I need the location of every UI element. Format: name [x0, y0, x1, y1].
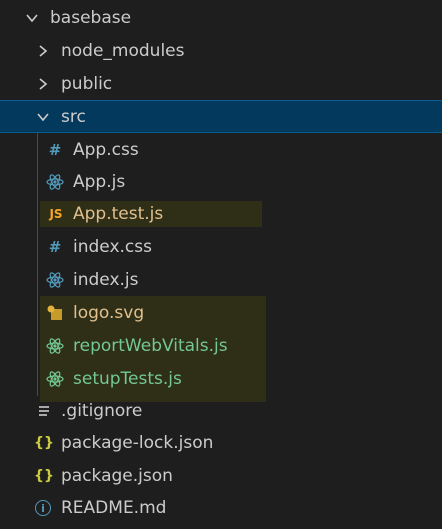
folder-row-public[interactable]: public — [0, 68, 442, 101]
folder-label: src — [61, 107, 86, 127]
info-icon: i — [35, 500, 51, 516]
json-braces-icon: {} — [34, 435, 54, 451]
file-label: index.css — [73, 237, 152, 257]
chevron-down-icon — [37, 113, 49, 122]
folder-row-src[interactable]: src — [0, 100, 442, 133]
file-label: package.json — [61, 466, 173, 486]
file-label: index.js — [73, 270, 139, 290]
file-label: .gitignore — [61, 401, 143, 421]
react-icon — [46, 174, 64, 190]
chevron-right-icon — [39, 78, 48, 90]
file-label: README.md — [61, 498, 167, 518]
css-hash-icon: # — [48, 238, 62, 256]
file-label: package-lock.json — [61, 433, 214, 453]
react-icon — [46, 371, 64, 387]
file-row-index-js[interactable]: index.js — [0, 264, 442, 297]
folder-label: node_modules — [61, 41, 185, 61]
file-label: logo.svg — [73, 303, 145, 323]
file-row-report-web-vitals-js[interactable]: reportWebVitals.js — [0, 330, 442, 363]
file-label: App.js — [73, 172, 126, 192]
folder-label: public — [61, 74, 113, 94]
file-row-setup-tests-js[interactable]: setupTests.js — [0, 363, 442, 396]
file-explorer-tree: basebase node_modules public src # App.c… — [0, 0, 442, 529]
css-hash-icon: # — [48, 141, 62, 159]
file-label: App.test.js — [73, 204, 164, 224]
svg-file-icon — [47, 305, 62, 320]
js-icon: JS — [49, 207, 63, 221]
folder-label: basebase — [50, 8, 132, 28]
chevron-down-icon — [26, 14, 38, 23]
file-row-gitignore[interactable]: .gitignore — [0, 395, 442, 428]
react-icon — [46, 272, 64, 288]
json-braces-icon: {} — [34, 468, 54, 484]
file-row-package-json[interactable]: {} package.json — [0, 460, 442, 493]
chevron-right-icon — [39, 45, 48, 57]
lines-icon — [39, 406, 49, 416]
react-icon — [46, 338, 64, 354]
file-label: setupTests.js — [73, 369, 182, 389]
file-label: App.css — [73, 140, 139, 160]
file-row-logo-svg[interactable]: logo.svg — [0, 297, 442, 330]
file-row-app-css[interactable]: # App.css — [0, 134, 442, 167]
folder-row-node-modules[interactable]: node_modules — [0, 35, 442, 68]
folder-row-basebase[interactable]: basebase — [0, 2, 442, 35]
file-row-app-js[interactable]: App.js — [0, 166, 442, 199]
file-label: reportWebVitals.js — [73, 336, 228, 356]
file-row-readme-md[interactable]: i README.md — [0, 492, 442, 525]
file-row-package-lock-json[interactable]: {} package-lock.json — [0, 427, 442, 460]
file-row-index-css[interactable]: # index.css — [0, 231, 442, 264]
file-row-app-test-js[interactable]: JS App.test.js — [0, 198, 442, 231]
